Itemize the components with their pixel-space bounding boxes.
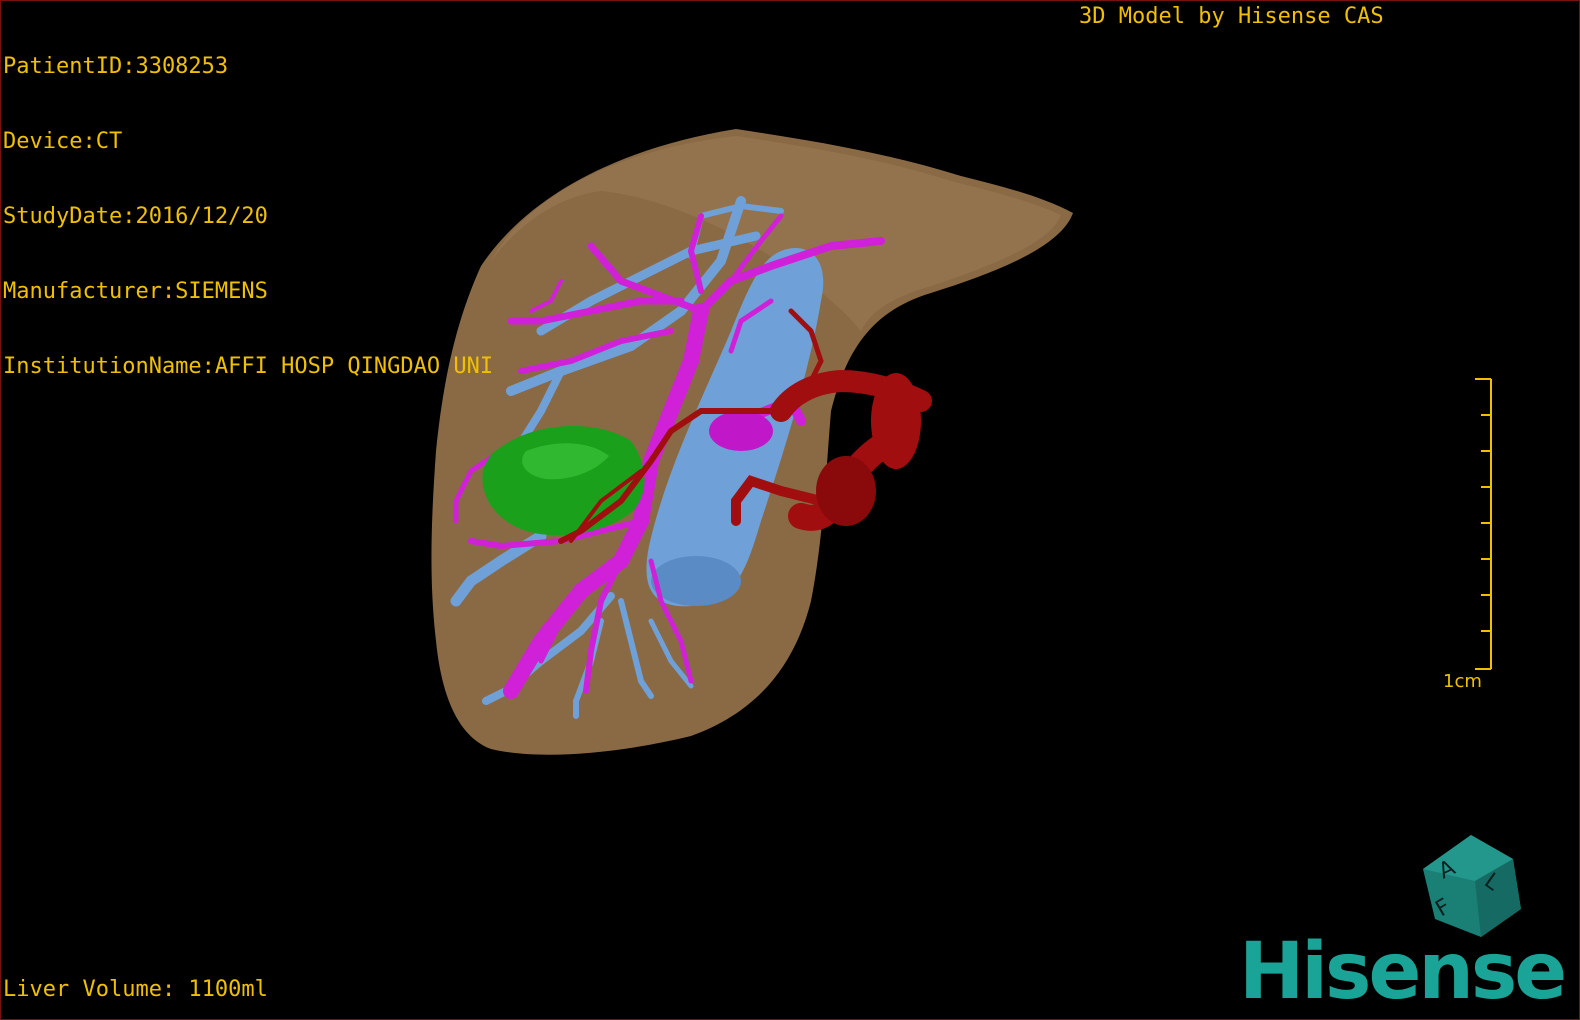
model-title: 3D Model by Hisense CAS — [1079, 4, 1384, 29]
portal-confluence — [709, 411, 773, 451]
aorta-segment-lower — [816, 456, 876, 526]
aorta-segment — [871, 373, 921, 469]
scale-bar — [1475, 378, 1492, 670]
patient-id: PatientID:3308253 — [3, 54, 229, 79]
liver-volume: Liver Volume: 1100ml — [3, 977, 268, 1002]
patient-info: PatientID:3308253 Device:CT StudyDate:20… — [3, 4, 493, 429]
hisense-logo: Hisense — [1239, 927, 1567, 1017]
device: Device:CT — [3, 129, 123, 154]
ivc-opening — [651, 556, 741, 606]
3d-viewport[interactable]: PatientID:3308253 Device:CT StudyDate:20… — [0, 0, 1580, 1020]
manufacturer: Manufacturer:SIEMENS — [3, 279, 268, 304]
institution-name: InstitutionName:AFFI HOSP QINGDAO UNI — [3, 354, 494, 379]
study-date: StudyDate:2016/12/20 — [3, 204, 268, 229]
scale-label: 1cm — [1443, 671, 1482, 692]
